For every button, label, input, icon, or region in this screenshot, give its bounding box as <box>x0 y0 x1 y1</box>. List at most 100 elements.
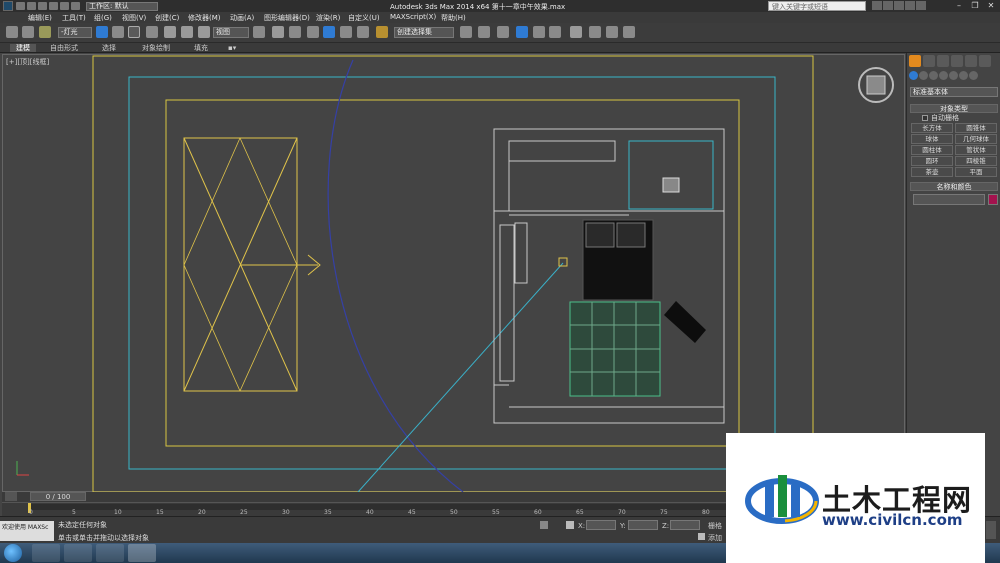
spinner-snap-icon[interactable] <box>357 26 369 38</box>
move-icon[interactable] <box>164 26 176 38</box>
autogrid-checkbox[interactable]: 自动栅格 <box>922 113 959 123</box>
tab-modeling[interactable]: 建模 <box>10 44 36 52</box>
align-icon[interactable] <box>478 26 490 38</box>
object-color-swatch[interactable] <box>988 194 998 205</box>
systems-icon[interactable] <box>969 71 978 80</box>
tube-button[interactable]: 管状体 <box>955 145 997 155</box>
box-button[interactable]: 长方体 <box>911 123 953 133</box>
y-coordinate-field[interactable] <box>628 520 658 530</box>
named-selection-select[interactable]: 创建选择集 <box>394 27 454 38</box>
rendered-frame-window-icon[interactable] <box>606 26 618 38</box>
select-object-icon[interactable] <box>96 26 108 38</box>
space-warps-icon[interactable] <box>959 71 968 80</box>
material-editor-icon[interactable] <box>570 26 582 38</box>
undo-icon[interactable] <box>49 2 58 10</box>
app-logo-icon[interactable] <box>3 1 13 11</box>
geometry-icon[interactable] <box>909 71 918 80</box>
plane-button[interactable]: 平面 <box>955 167 997 177</box>
3dsmax-taskbar-icon[interactable] <box>128 544 156 562</box>
menu-modifiers[interactable]: 修改器(M) <box>188 13 221 23</box>
lock-selection-icon[interactable] <box>540 521 548 529</box>
curve-editor-icon[interactable] <box>533 26 545 38</box>
graphite-toggle-icon[interactable] <box>516 26 528 38</box>
search-input[interactable]: 键入关键字或短语 <box>768 1 866 11</box>
binoculars-icon[interactable] <box>872 1 882 10</box>
rotate-icon[interactable] <box>181 26 193 38</box>
window-crossing-icon[interactable] <box>146 26 158 38</box>
render-setup-icon[interactable] <box>589 26 601 38</box>
hierarchy-tab-icon[interactable] <box>937 55 949 67</box>
help-icon[interactable] <box>916 1 926 10</box>
mirror-icon[interactable] <box>460 26 472 38</box>
add-time-tag[interactable]: 添加 <box>708 533 722 543</box>
project-folder-icon[interactable] <box>71 2 80 10</box>
angle-snap-icon[interactable] <box>323 26 335 38</box>
wechat-taskbar-icon[interactable] <box>32 544 60 562</box>
link-icon[interactable] <box>6 26 18 38</box>
edit-named-selection-icon[interactable] <box>376 26 388 38</box>
x-coordinate-field[interactable] <box>586 520 616 530</box>
torus-button[interactable]: 圆环 <box>911 156 953 166</box>
menu-rendering[interactable]: 渲染(R) <box>316 13 340 23</box>
name-color-rollout[interactable]: 名称和颜色 <box>910 182 998 191</box>
favorites-icon[interactable] <box>905 1 915 10</box>
tab-object-paint[interactable]: 对象绘制 <box>136 44 176 52</box>
selection-filter-select[interactable]: -灯光 <box>58 27 92 38</box>
restore-button[interactable]: ❐ <box>968 0 982 12</box>
time-slider-thumb[interactable]: 0 / 100 <box>30 492 86 501</box>
modify-tab-icon[interactable] <box>923 55 935 67</box>
scale-icon[interactable] <box>198 26 210 38</box>
viewport-top[interactable]: [+][顶][线框] <box>2 54 905 493</box>
ribbon-options-icon[interactable]: ▪▾ <box>222 44 242 52</box>
helpers-icon[interactable] <box>949 71 958 80</box>
lights-icon[interactable] <box>929 71 938 80</box>
select-by-name-icon[interactable] <box>112 26 124 38</box>
menu-tools[interactable]: 工具(T) <box>62 13 86 23</box>
cylinder-button[interactable]: 圆柱体 <box>911 145 953 155</box>
menu-create[interactable]: 创建(C) <box>155 13 179 23</box>
tab-freeform[interactable]: 自由形式 <box>44 44 84 52</box>
primitive-category-select[interactable]: 标准基本体 <box>910 87 998 97</box>
communication-icon[interactable] <box>894 1 904 10</box>
schematic-view-icon[interactable] <box>549 26 561 38</box>
snaps-toggle-icon[interactable] <box>307 26 319 38</box>
rect-selection-icon[interactable] <box>128 26 140 38</box>
menu-views[interactable]: 视图(V) <box>122 13 146 23</box>
unlink-icon[interactable] <box>22 26 34 38</box>
teapot-button[interactable]: 茶壶 <box>911 167 953 177</box>
open-file-icon[interactable] <box>27 2 36 10</box>
mini-curve-toggle-icon[interactable] <box>5 492 17 501</box>
menu-customize[interactable]: 自定义(U) <box>348 13 380 23</box>
bind-space-warp-icon[interactable] <box>39 26 51 38</box>
subscription-icon[interactable] <box>883 1 893 10</box>
menu-edit[interactable]: 编辑(E) <box>28 13 52 23</box>
menu-maxscript[interactable]: MAXScript(X) <box>390 13 436 21</box>
reference-coord-select[interactable]: 视图 <box>213 27 249 38</box>
cameras-icon[interactable] <box>939 71 948 80</box>
checkbox-icon[interactable] <box>922 115 928 121</box>
object-type-rollout[interactable]: 对象类型 <box>910 104 998 113</box>
tab-populate[interactable]: 填充 <box>188 44 214 52</box>
geosphere-button[interactable]: 几何球体 <box>955 134 997 144</box>
menu-animation[interactable]: 动画(A) <box>230 13 254 23</box>
workspace-select[interactable]: 工作区: 默认 <box>86 1 158 11</box>
menu-help[interactable]: 帮助(H) <box>441 13 466 23</box>
object-name-field[interactable] <box>913 194 985 205</box>
absolute-mode-icon[interactable] <box>566 521 574 529</box>
explorer-taskbar-icon[interactable] <box>96 544 124 562</box>
sphere-button[interactable]: 球体 <box>911 134 953 144</box>
redo-icon[interactable] <box>60 2 69 10</box>
percent-snap-icon[interactable] <box>340 26 352 38</box>
tab-selection[interactable]: 选择 <box>96 44 122 52</box>
save-file-icon[interactable] <box>38 2 47 10</box>
z-coordinate-field[interactable] <box>670 520 700 530</box>
viewport-nav-icon[interactable] <box>986 521 996 539</box>
keyboard-shortcut-icon[interactable] <box>289 26 301 38</box>
motion-tab-icon[interactable] <box>951 55 963 67</box>
menu-group[interactable]: 组(G) <box>94 13 112 23</box>
close-button[interactable]: ✕ <box>984 0 998 12</box>
minimize-button[interactable]: – <box>952 0 966 12</box>
pyramid-button[interactable]: 四棱锥 <box>955 156 997 166</box>
render-production-icon[interactable] <box>623 26 635 38</box>
browser-taskbar-icon[interactable] <box>64 544 92 562</box>
